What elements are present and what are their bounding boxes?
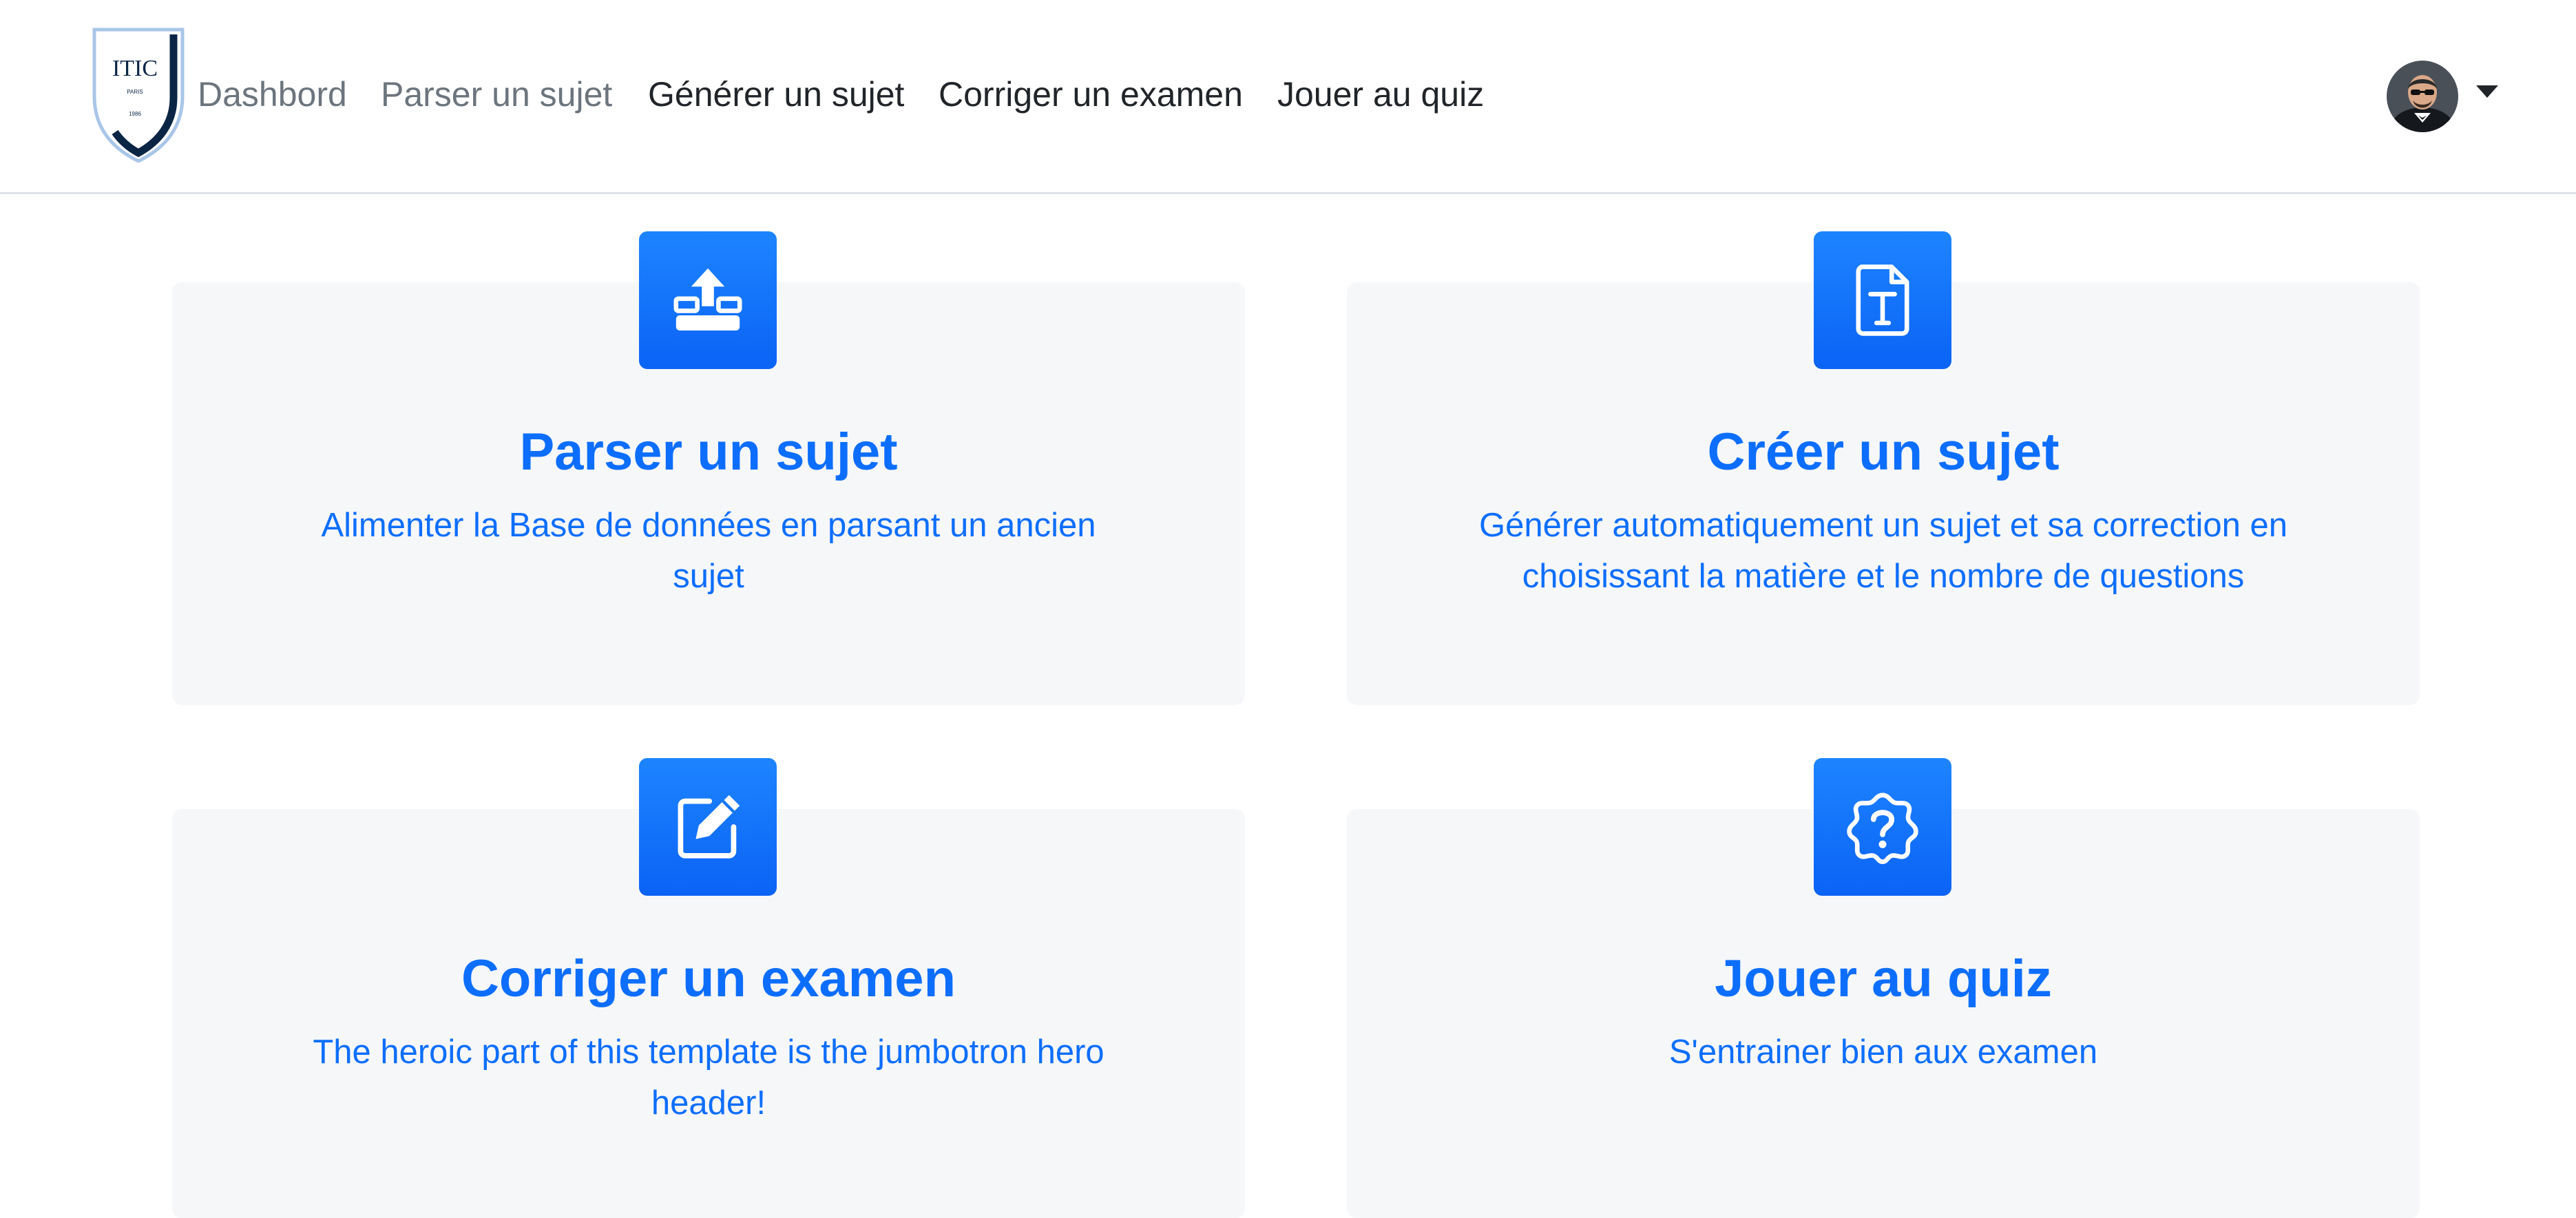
card-title: Jouer au quiz	[1715, 949, 2052, 1008]
card-title: Corriger un examen	[461, 949, 956, 1008]
nav-link-corriger-un-examen[interactable]: Corriger un examen	[939, 73, 1243, 116]
logo-text: ITIC	[112, 56, 158, 81]
itic-logo[interactable]: ITIC PARIS 1986	[92, 28, 185, 162]
card-title: Parser un sujet	[519, 423, 898, 481]
file-text-icon	[1856, 264, 1909, 336]
upload-icon-button[interactable]	[639, 231, 777, 369]
nav-link-dashbord[interactable]: Dashbord	[198, 73, 347, 116]
avatar-portrait	[2387, 61, 2458, 132]
card-description: Générer automatiquement un sujet et sa c…	[1479, 507, 2287, 595]
logo-city: PARIS	[127, 89, 143, 95]
nav-link-parser-un-sujet[interactable]: Parser un sujet	[381, 73, 612, 116]
upload-icon	[673, 268, 742, 330]
card-title: Créer un sujet	[1707, 423, 2060, 481]
user-avatar[interactable]	[2387, 61, 2458, 132]
question-badge-icon	[1847, 792, 1918, 864]
card-description: Alimenter la Base de données en parsant …	[321, 507, 1096, 595]
logo-year: 1986	[129, 111, 141, 117]
nav-link-generer-un-sujet[interactable]: Générer un sujet	[648, 73, 904, 116]
question-badge-icon-button[interactable]	[1814, 758, 1951, 896]
card-description: The heroic part of this template is the …	[313, 1033, 1104, 1122]
nav-link-jouer-au-quiz[interactable]: Jouer au quiz	[1277, 73, 1484, 116]
edit-icon-button[interactable]	[639, 758, 777, 896]
user-menu-caret-icon[interactable]	[2476, 85, 2498, 98]
top-navbar: ITIC PARIS 1986 Dashbord Parser un sujet…	[0, 0, 2576, 194]
edit-icon	[678, 795, 740, 859]
card-description: S'entrainer bien aux examen	[1668, 1033, 2098, 1071]
file-text-icon-button[interactable]	[1814, 231, 1951, 369]
